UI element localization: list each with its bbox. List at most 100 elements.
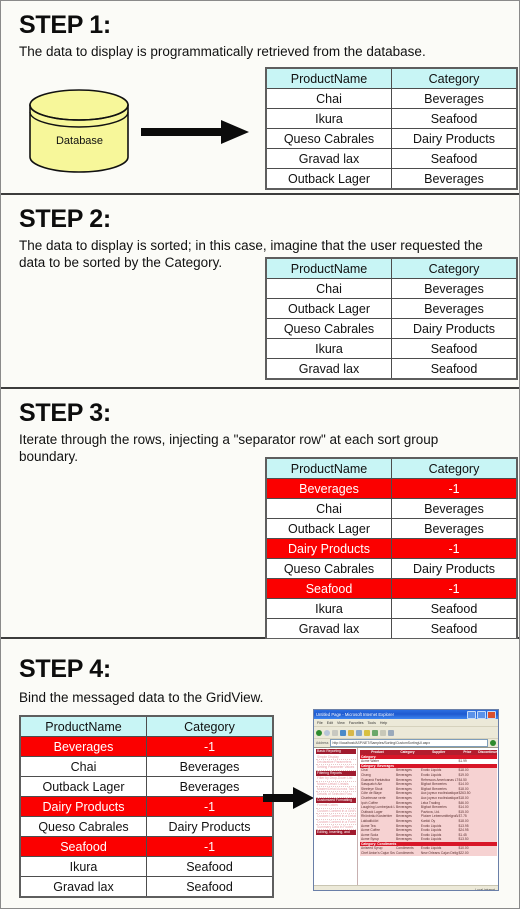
cell-productname: Queso Cabrales <box>265 128 392 149</box>
step-4-table: ProductName Category Beverages -1 Chai B… <box>19 715 274 898</box>
window-controls <box>467 710 496 719</box>
search-icon[interactable] <box>356 729 362 736</box>
cell-category: Dairy Products <box>391 128 518 149</box>
cell-productname: Ikura <box>19 856 147 877</box>
gridview-body: Product Category Supplier Price Disconti… <box>360 750 497 856</box>
table-row: Queso Cabrales Dairy Products <box>265 128 518 149</box>
close-button[interactable] <box>487 710 496 719</box>
step-4-section: STEP 4: Bind the messaged data to the Gr… <box>1 639 519 908</box>
address-input[interactable]: http://localhost/ASP.NET/Samples/Sorting… <box>330 739 488 747</box>
gridview-row: Chef Anton's Cajun Seasoning Condiments … <box>360 851 497 856</box>
cell-category: Seafood <box>391 148 518 169</box>
cell-productname: Queso Cabrales <box>265 558 392 579</box>
separator-row: Seafood -1 <box>19 836 274 857</box>
column-header-category: Category <box>391 257 518 279</box>
step-1-table: ProductName Category Chai Beverages Ikur… <box>265 67 518 190</box>
cell-category: Seafood <box>146 856 274 877</box>
table-row: Outback Lager Beverages <box>265 168 518 190</box>
cell-category: -1 <box>391 478 518 499</box>
back-icon[interactable] <box>316 729 322 736</box>
forward-icon[interactable] <box>324 729 330 736</box>
mail-icon[interactable] <box>380 729 386 736</box>
database-label: Database <box>55 135 104 147</box>
column-header-productname: ProductName <box>265 457 392 479</box>
cell-productname: Seafood <box>19 836 147 857</box>
address-label: Address <box>316 741 329 745</box>
cell-category: Beverages <box>146 776 274 797</box>
table-row: Chai Beverages <box>19 756 274 777</box>
gv-cell-price: $22.00 <box>457 851 478 856</box>
table-row: Outback Lager Beverages <box>265 518 518 539</box>
table-row: Queso Cabrales Dairy Products <box>265 558 518 579</box>
cell-productname: Ikura <box>265 338 392 359</box>
browser-title-bar: Untitled Page - Microsoft Internet Explo… <box>314 710 498 719</box>
home-icon[interactable] <box>348 729 354 736</box>
cell-productname: Queso Cabrales <box>19 816 147 837</box>
step-3-title: STEP 3: <box>19 399 111 427</box>
menu-item-file[interactable]: File <box>317 721 323 725</box>
favorites-icon[interactable] <box>364 729 370 736</box>
step-4-arrow-icon <box>263 787 314 809</box>
table-row: Outback Lager Beverages <box>265 298 518 319</box>
history-icon[interactable] <box>372 729 378 736</box>
cell-productname: Ikura <box>265 598 392 619</box>
table-header-row: ProductName Category <box>265 457 518 479</box>
table-row: Gravad lax Seafood <box>19 876 274 898</box>
browser-title-text: Untitled Page - Microsoft Internet Explo… <box>316 712 394 717</box>
step-3-section: STEP 3: Iterate through the rows, inject… <box>1 389 519 640</box>
cell-category: -1 <box>391 538 518 559</box>
step-1-table-body: ProductName Category Chai Beverages Ikur… <box>265 67 518 190</box>
print-icon[interactable] <box>388 729 394 736</box>
step-2-title: STEP 2: <box>19 205 111 233</box>
sidebar-section-header: Customized Formatting <box>316 797 356 803</box>
cell-category: Seafood <box>391 108 518 129</box>
table-row: Outback Lager Beverages <box>19 776 274 797</box>
column-header-category: Category <box>391 67 518 89</box>
gv-col-discontinued[interactable]: Discontinued <box>477 750 497 755</box>
gv-cell-supplier: Aux joyeux ecclésiastiques <box>419 795 458 801</box>
table-row: Queso Cabrales Dairy Products <box>265 318 518 339</box>
step-4-table-body: ProductName Category Beverages -1 Chai B… <box>19 715 274 898</box>
cell-productname: Chai <box>265 278 392 299</box>
column-header-productname: ProductName <box>19 715 147 737</box>
cell-productname: Beverages <box>265 478 392 499</box>
table-row: Gravad lax Seafood <box>265 148 518 169</box>
cell-productname: Chai <box>19 756 147 777</box>
table-row: Gravad lax Seafood <box>265 618 518 640</box>
cell-productname: Gravad lax <box>265 358 392 380</box>
cell-category: -1 <box>146 836 274 857</box>
browser-screenshot-thumbnail: Untitled Page - Microsoft Internet Explo… <box>313 709 499 891</box>
cell-category: Dairy Products <box>391 558 518 579</box>
separator-row: Beverages -1 <box>19 736 274 757</box>
go-button[interactable] <box>490 740 496 746</box>
menu-item-edit[interactable]: Edit <box>327 721 333 725</box>
cell-productname: Beverages <box>19 736 147 757</box>
separator-row: Beverages -1 <box>265 478 518 499</box>
step-4-description: Bind the messaged data to the GridView. <box>19 690 264 705</box>
browser-status-bar: Local intranet <box>314 885 498 891</box>
cell-productname: Seafood <box>265 578 392 599</box>
cell-category: Beverages <box>146 756 274 777</box>
column-header-category: Category <box>146 715 274 737</box>
cell-productname: Dairy Products <box>19 796 147 817</box>
cell-category: Beverages <box>391 88 518 109</box>
gv-cell-product: Chef Anton's Cajun Seasoning <box>360 851 396 856</box>
page-main-grid-area: Product Category Supplier Price Disconti… <box>358 748 498 885</box>
gridview-table: Product Category Supplier Price Disconti… <box>360 750 497 856</box>
step-1-arrow-icon <box>141 120 249 144</box>
refresh-icon[interactable] <box>340 729 346 736</box>
gv-cell-discontinued <box>477 851 497 856</box>
table-row: Ikura Seafood <box>265 338 518 359</box>
step-4-title: STEP 4: <box>19 655 111 683</box>
menu-item-tools[interactable]: Tools <box>368 721 376 725</box>
stop-icon[interactable] <box>332 729 338 736</box>
step-2-table: ProductName Category Chai Beverages Outb… <box>265 257 518 380</box>
maximize-button[interactable] <box>477 710 486 719</box>
menu-item-favorites[interactable]: Favorites <box>349 721 364 725</box>
table-header-row: ProductName Category <box>265 257 518 279</box>
table-header-row: ProductName Category <box>19 715 274 737</box>
status-text: Local intranet <box>475 887 495 891</box>
menu-item-view[interactable]: View <box>337 721 345 725</box>
menu-item-help[interactable]: Help <box>380 721 387 725</box>
minimize-button[interactable] <box>467 710 476 719</box>
